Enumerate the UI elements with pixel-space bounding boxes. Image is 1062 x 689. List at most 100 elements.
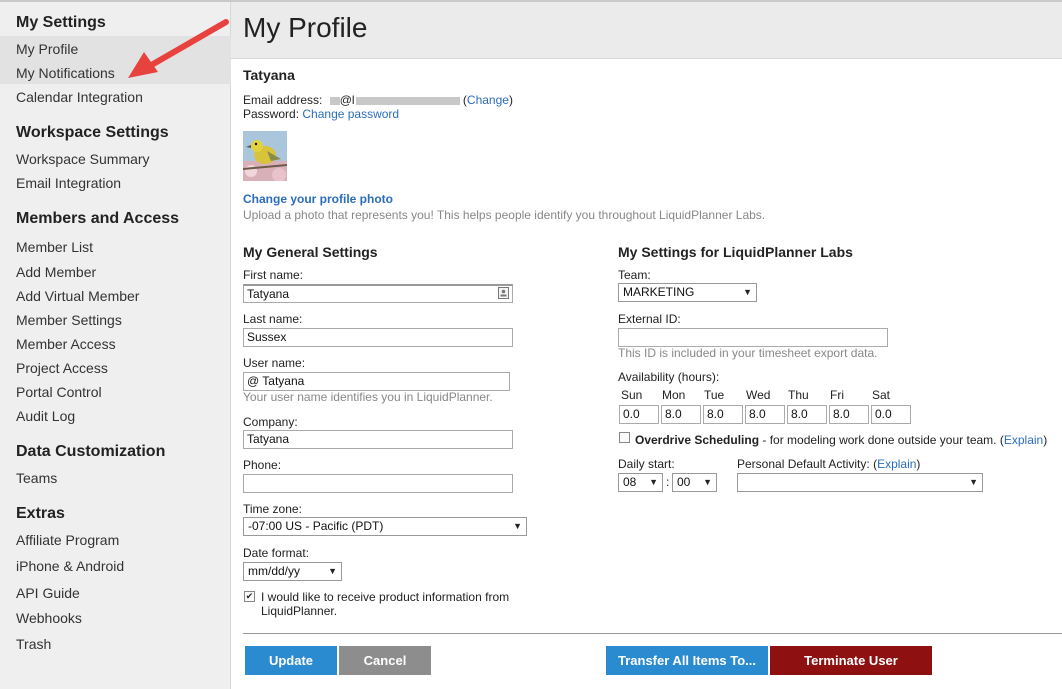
sidebar-item-my-notifications[interactable]: My Notifications [16,65,115,81]
day-label-wed: Wed [746,388,771,402]
terminate-user-button[interactable]: Terminate User [770,646,932,675]
default-activity-explain-link[interactable]: Explain [877,457,916,471]
time-colon: : [666,475,670,489]
day-label-fri: Fri [830,388,844,402]
sidebar-item-email-integration[interactable]: Email Integration [16,175,121,191]
date-format-label: Date format: [243,546,310,560]
start-hour-value: 08 [623,475,637,489]
sidebar-section-extras: Extras [16,505,65,522]
chevron-down-icon: ▼ [328,566,337,576]
cancel-button[interactable]: Cancel [339,646,431,675]
last-name-label: Last name: [243,312,303,326]
chevron-down-icon: ▼ [649,477,658,487]
sidebar-section-data-customization: Data Customization [16,443,166,460]
sidebar-item-webhooks[interactable]: Webhooks [16,610,82,626]
sidebar-item-portal-control[interactable]: Portal Control [16,384,102,400]
change-password-link[interactable]: Change password [302,107,399,121]
sidebar-item-my-profile[interactable]: My Profile [16,41,78,57]
sidebar-item-calendar-integration[interactable]: Calendar Integration [16,89,143,105]
sidebar-item-member-settings[interactable]: Member Settings [16,312,122,328]
hours-input-sun[interactable]: 0.0 [619,405,659,424]
phone-input[interactable] [243,474,513,493]
default-activity-label: Personal Default Activity: [737,457,874,471]
sidebar-item-iphone-android[interactable]: iPhone & Android [16,558,124,574]
sidebar-section-my-settings: My Settings [16,14,106,31]
day-label-thu: Thu [788,388,809,402]
first-name-input[interactable]: Tatyana [243,284,513,303]
sidebar-item-member-access[interactable]: Member Access [16,336,116,352]
update-button[interactable]: Update [245,646,337,675]
product-info-label-1: I would like to receive product informat… [261,590,510,604]
user-name-label: User name: [243,356,306,370]
change-photo-link[interactable]: Change your profile photo [243,192,393,206]
sidebar-item-affiliate-program[interactable]: Affiliate Program [16,532,119,548]
company-label: Company: [243,415,298,429]
sidebar-item-trash[interactable]: Trash [16,636,51,652]
last-name-input[interactable]: Sussex [243,328,513,347]
hours-input-mon[interactable]: 8.0 [661,405,701,424]
hours-input-wed[interactable]: 8.0 [745,405,785,424]
sidebar-section-workspace-settings: Workspace Settings [16,124,169,141]
team-select[interactable]: MARKETING ▼ [618,283,757,302]
default-activity-select[interactable]: ▼ [737,473,983,492]
sidebar-item-api-guide[interactable]: API Guide [16,585,80,601]
sidebar-item-audit-log[interactable]: Audit Log [16,408,75,424]
sidebar-section-members-access: Members and Access [16,210,180,227]
date-format-select[interactable]: mm/dd/yy ▼ [243,562,342,581]
profile-photo[interactable] [243,131,287,181]
user-name-help: Your user name identifies you in LiquidP… [243,390,493,404]
overdrive-checkbox[interactable] [619,432,630,443]
start-hour-select[interactable]: 08 ▼ [618,473,663,492]
email-row: Email address: @l (Change) [243,93,513,107]
date-format-value: mm/dd/yy [248,564,301,578]
email-fragment: @l [339,93,355,107]
user-name-input[interactable]: @ Tatyana [243,372,510,391]
start-minute-select[interactable]: 00 ▼ [672,473,717,492]
day-label-mon: Mon [662,388,686,402]
transfer-items-button[interactable]: Transfer All Items To... [606,646,768,675]
contact-card-icon[interactable] [498,287,509,299]
sidebar-item-teams[interactable]: Teams [16,470,57,486]
sidebar-item-add-member[interactable]: Add Member [16,264,96,280]
daily-start-label: Daily start: [618,457,675,471]
external-id-help: This ID is included in your timesheet ex… [618,346,878,360]
page-title: My Profile [243,12,368,43]
external-id-input[interactable] [618,328,888,347]
profile-name: Tatyana [243,67,295,83]
password-row: Password: Change password [243,107,399,121]
explain-paren-close: ) [1043,433,1048,447]
page-header: My Profile [231,2,1062,59]
change-email-link[interactable]: Change [467,93,509,107]
phone-label: Phone: [243,458,282,472]
hours-input-thu[interactable]: 8.0 [787,405,827,424]
overdrive-explain-link[interactable]: Explain [1004,433,1043,447]
sidebar-item-workspace-summary[interactable]: Workspace Summary [16,151,150,167]
product-info-label-2: LiquidPlanner. [261,604,338,618]
sidebar-item-member-list[interactable]: Member List [16,239,93,255]
chevron-down-icon: ▼ [513,521,522,531]
sidebar-item-project-access[interactable]: Project Access [16,360,108,376]
footer-divider [243,633,1062,634]
general-settings-title: My General Settings [243,244,378,260]
first-name-value: Tatyana [247,287,290,301]
timezone-label: Time zone: [243,502,302,516]
email-redacted [329,96,340,105]
sidebar-item-add-virtual-member[interactable]: Add Virtual Member [16,288,139,304]
timezone-select[interactable]: -07:00 US - Pacific (PDT) ▼ [243,517,527,536]
first-name-label: First name: [243,268,304,282]
labs-settings-title: My Settings for LiquidPlanner Labs [618,244,853,260]
chevron-down-icon: ▼ [969,477,978,487]
chevron-down-icon: ▼ [743,287,752,297]
hours-input-sat[interactable]: 0.0 [871,405,911,424]
hours-input-tue[interactable]: 8.0 [703,405,743,424]
default-activity-label-row: Personal Default Activity: (Explain) [737,457,920,471]
product-info-checkbox[interactable]: ✔ [244,591,255,602]
photo-help: Upload a photo that represents you! This… [243,208,766,222]
hours-input-fri[interactable]: 8.0 [829,405,869,424]
day-label-sat: Sat [872,388,891,402]
team-value: MARKETING [623,285,695,299]
timezone-value: -07:00 US - Pacific (PDT) [248,519,384,533]
company-input[interactable]: Tatyana [243,430,513,449]
annotation-arrow [128,19,229,78]
day-label-tue: Tue [704,388,725,402]
